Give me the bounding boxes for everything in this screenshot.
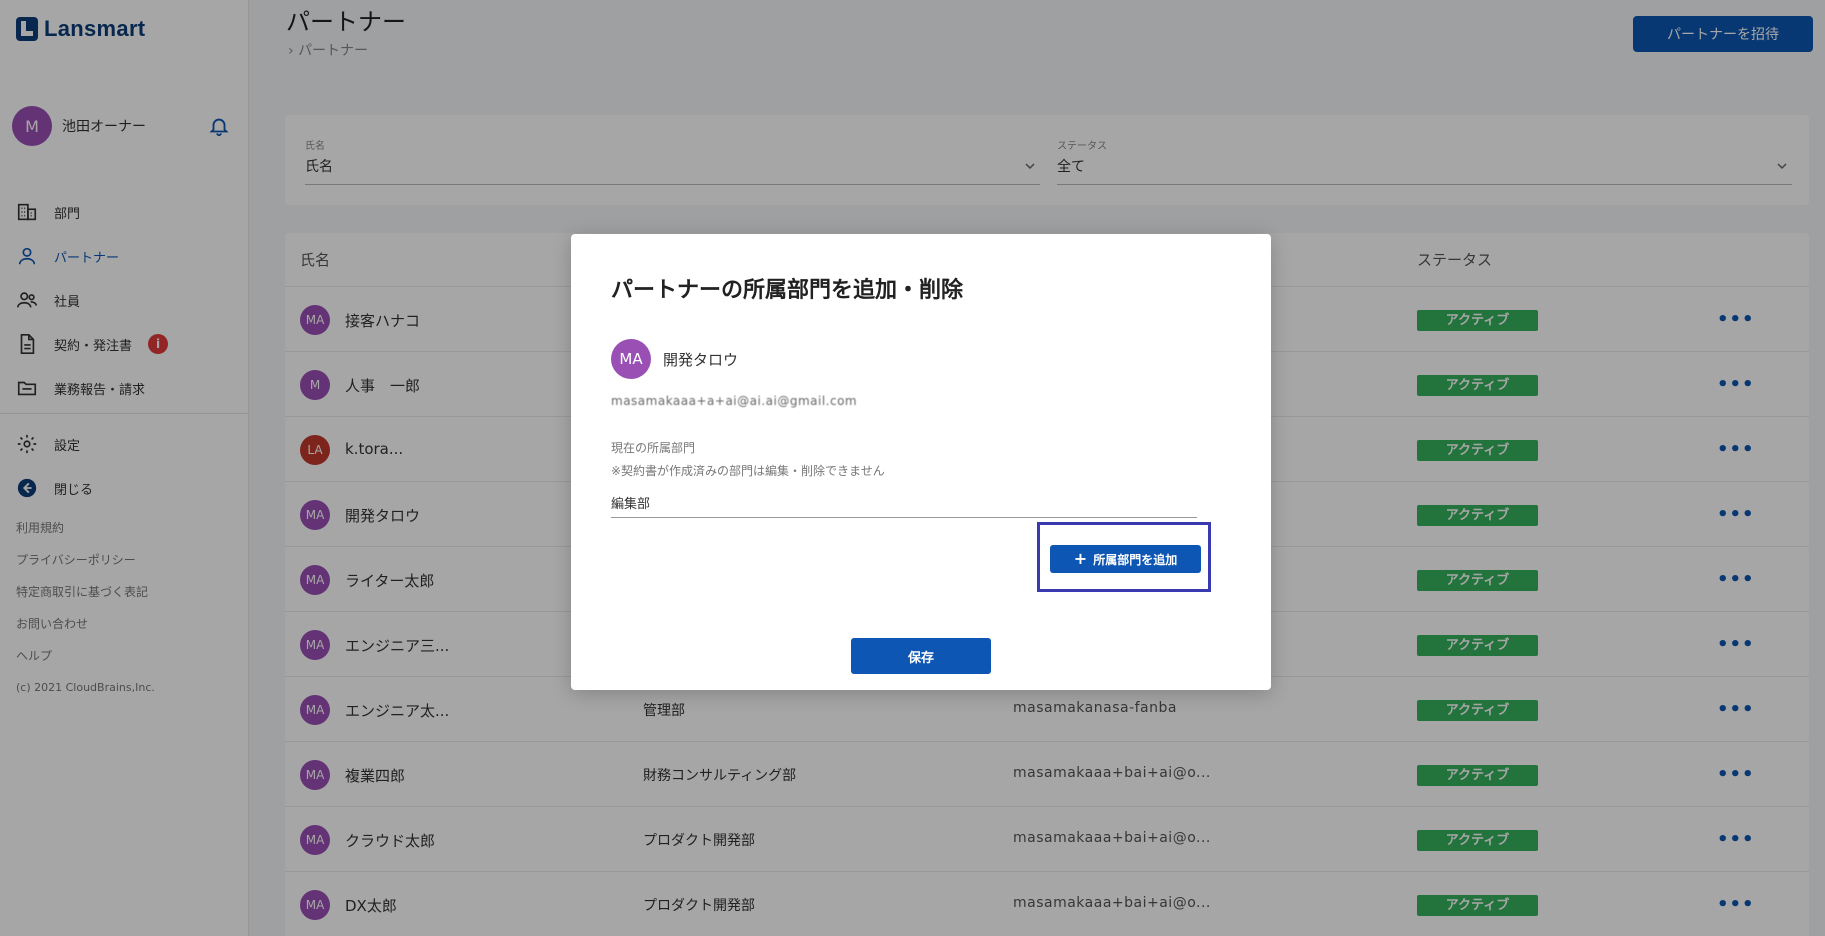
plus-icon: + bbox=[1073, 549, 1088, 568]
partner-name: 開発タロウ bbox=[663, 351, 739, 369]
current-dept-label: 現在の所属部門 bbox=[611, 441, 696, 455]
partner-email: masamakaaa+a+ai@ai.ai@gmail.com bbox=[611, 394, 858, 408]
save-button[interactable]: 保存 bbox=[851, 638, 991, 674]
edit-department-modal: パートナーの所属部門を追加・削除 MA 開発タロウ masamakaaa+a+a… bbox=[571, 234, 1271, 690]
add-department-button[interactable]: + 所属部門を追加 bbox=[1050, 545, 1201, 573]
current-dept-field[interactable]: 編集部 bbox=[611, 493, 1197, 518]
modal-title: パートナーの所属部門を追加・削除 bbox=[611, 278, 964, 303]
avatar: MA bbox=[611, 339, 651, 379]
add-department-label: 所属部門を追加 bbox=[1093, 552, 1178, 567]
edit-restriction-note: ※契約書が作成済みの部門は編集・削除できません bbox=[611, 464, 885, 478]
